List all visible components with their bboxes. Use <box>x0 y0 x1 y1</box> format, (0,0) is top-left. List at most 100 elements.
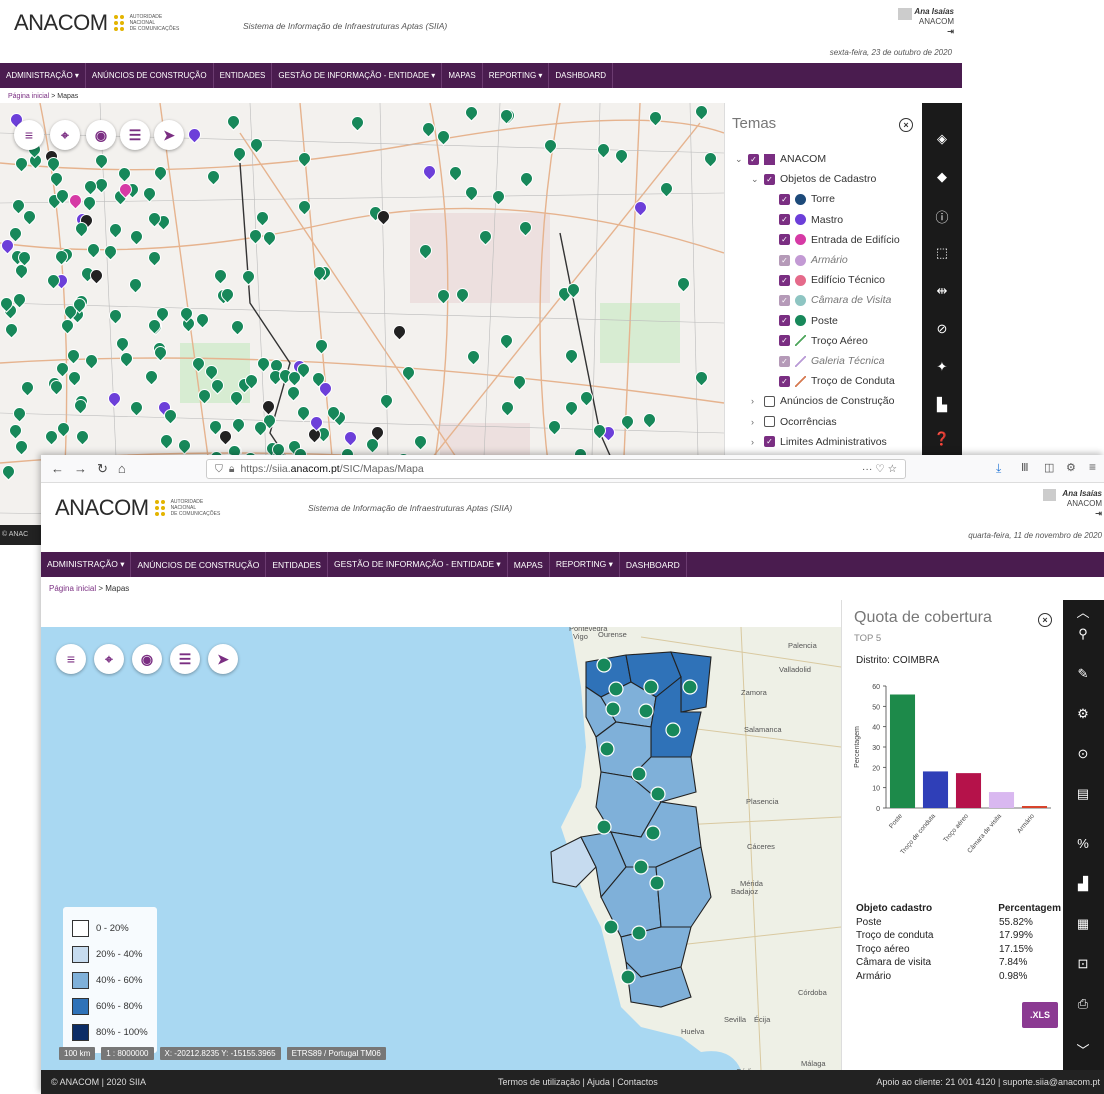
map-info-icon[interactable]: ⊙ <box>1068 746 1098 762</box>
percentage-icon[interactable]: % <box>1068 836 1098 851</box>
layer-checkbox[interactable] <box>764 416 775 428</box>
layer-checkbox[interactable]: ✓ <box>779 375 790 387</box>
user-pin-icon[interactable]: ✦ <box>927 359 957 375</box>
scroll-down-icon[interactable]: ﹀ <box>1068 1040 1098 1059</box>
expand-chevron-icon[interactable]: › <box>751 417 759 427</box>
select-area-icon[interactable]: ⬚ <box>927 245 957 261</box>
layer-item[interactable]: ✓ Edifício Técnico <box>779 274 885 286</box>
district-marker-icon[interactable] <box>603 919 619 935</box>
district-marker-icon[interactable] <box>631 925 647 941</box>
footer-support[interactable]: Apoio ao cliente: 21 001 4120 | suporte.… <box>876 1077 1100 1087</box>
layers-list-icon[interactable]: ☰ <box>170 644 200 674</box>
layer-checkbox[interactable]: ✓ <box>779 274 790 286</box>
layer-item[interactable]: ✓ Armário <box>779 254 848 266</box>
nav-dashboard[interactable]: DASHBOARD <box>549 63 614 88</box>
nav-dashboard[interactable]: DASHBOARD <box>620 552 687 577</box>
district-marker-icon[interactable] <box>633 859 649 875</box>
export-xls-button[interactable]: .XLS <box>1022 1002 1058 1028</box>
nav-gestao[interactable]: GESTÃO DE INFORMAÇÃO - ENTIDADE ▾ <box>272 63 443 88</box>
nav-mapas[interactable]: MAPAS <box>442 63 483 88</box>
route-icon[interactable]: ⚲ <box>1068 626 1098 642</box>
camera-icon[interactable]: ⊡ <box>1068 956 1098 972</box>
forward-arrow-icon[interactable]: → <box>74 461 87 476</box>
nav-administracao[interactable]: ADMINISTRAÇÃO ▾ <box>41 552 132 577</box>
avatar-icon[interactable] <box>1043 489 1056 501</box>
page-actions-icon[interactable]: ··· ♡ ☆ <box>862 463 897 475</box>
layer-checkbox[interactable]: ✓ <box>748 153 759 165</box>
logout-icon[interactable]: ⇥ <box>1062 509 1102 519</box>
settings-icon[interactable]: ⚙ <box>1068 706 1098 722</box>
expand-chevron-icon[interactable]: ⌄ <box>751 174 759 185</box>
nav-gestao[interactable]: GESTÃO DE INFORMAÇÃO - ENTIDADE ▾ <box>328 552 508 577</box>
nav-anuncios[interactable]: ANÚNCIOS DE CONSTRUÇÃO <box>86 63 214 88</box>
district-marker-icon[interactable] <box>596 657 612 673</box>
layer-checkbox[interactable]: ✓ <box>779 294 790 306</box>
download-icon[interactable]: ⤓ <box>996 461 1001 476</box>
back-arrow-icon[interactable]: ← <box>51 461 64 476</box>
tool-disabled-icon[interactable]: ⊘ <box>927 321 957 337</box>
district-marker-icon[interactable] <box>643 679 659 695</box>
nav-entidades[interactable]: ENTIDADES <box>214 63 273 88</box>
breadcrumb-home[interactable]: Página inicial <box>49 584 96 593</box>
expand-chevron-icon[interactable]: › <box>751 437 759 447</box>
nav-entidades[interactable]: ENTIDADES <box>266 552 328 577</box>
layer-checkbox[interactable]: ✓ <box>779 234 790 246</box>
layer-checkbox[interactable]: ✓ <box>779 315 790 327</box>
layer-item[interactable]: ✓ Poste <box>779 315 838 327</box>
layer-item[interactable]: ✓ Troço de Conduta <box>779 375 895 387</box>
help-icon[interactable]: ❓ <box>927 431 957 447</box>
home-icon[interactable]: ⌂ <box>118 461 126 476</box>
district-marker-icon[interactable] <box>599 741 615 757</box>
expand-chevron-icon[interactable]: › <box>751 396 759 406</box>
location-pin-icon[interactable]: ◉ <box>132 644 162 674</box>
layer-checkbox[interactable]: ✓ <box>764 436 775 448</box>
crosshair-icon[interactable]: ⌖ <box>94 644 124 674</box>
close-icon[interactable]: × <box>899 118 913 132</box>
crosshair-icon[interactable]: ⌖ <box>50 120 80 150</box>
logout-icon[interactable]: ⇥ <box>914 27 954 37</box>
logo[interactable]: ANACOM AUTORIDADE NACIONAL DE COMUNICAÇÕ… <box>14 10 179 36</box>
edit-map-icon[interactable]: ✎ <box>1068 666 1098 682</box>
district-marker-icon[interactable] <box>665 722 681 738</box>
extension-icon[interactable]: ⚙ <box>1066 461 1076 474</box>
layers-list-icon[interactable]: ☰ <box>120 120 150 150</box>
measure-icon[interactable]: ⇹ <box>927 283 957 299</box>
menu-icon[interactable]: ≡ <box>1089 460 1096 474</box>
layer-checkbox[interactable]: ✓ <box>764 173 775 185</box>
location-pin-icon[interactable]: ◉ <box>86 120 116 150</box>
layer-checkbox[interactable] <box>764 395 775 407</box>
url-bar[interactable]: ⛉ 🔒︎ https://siia.anacom.pt/SIC/Mapas/Ma… <box>206 459 906 479</box>
district-marker-icon[interactable] <box>650 786 666 802</box>
layer-item[interactable]: › Ocorrências <box>751 416 837 428</box>
navigate-icon[interactable]: ➤ <box>208 644 238 674</box>
reload-icon[interactable]: ↻ <box>97 461 108 477</box>
close-icon[interactable]: × <box>1038 613 1052 627</box>
district-marker-icon[interactable] <box>645 825 661 841</box>
layer-checkbox[interactable]: ✓ <box>779 193 790 205</box>
search-tool-icon[interactable]: ≡ <box>56 644 86 674</box>
expand-chevron-icon[interactable]: ⌄ <box>735 154 743 165</box>
layers-icon[interactable]: ◈ <box>927 131 957 147</box>
nav-mapas[interactable]: MAPAS <box>508 552 550 577</box>
layer-checkbox[interactable]: ✓ <box>779 214 790 226</box>
info-icon[interactable]: ⓘ <box>927 207 957 226</box>
layer-item[interactable]: › ✓ Limites Administrativos <box>751 436 887 448</box>
nav-reporting[interactable]: REPORTING ▾ <box>483 63 550 88</box>
district-marker-icon[interactable] <box>596 819 612 835</box>
scroll-up-icon[interactable]: ︿ <box>1068 602 1098 621</box>
layer-item[interactable]: ✓ Câmara de Visita <box>779 294 891 306</box>
chart-user-icon[interactable]: ▟ <box>1068 876 1098 892</box>
district-marker-icon[interactable] <box>649 875 665 891</box>
layer-checkbox[interactable]: ✓ <box>779 335 790 347</box>
district-marker-icon[interactable] <box>608 681 624 697</box>
layer-checkbox[interactable]: ✓ <box>779 254 790 266</box>
district-marker-icon[interactable] <box>682 679 698 695</box>
district-marker-icon[interactable] <box>605 701 621 717</box>
footer-links[interactable]: Termos de utilização | Ajuda | Contactos <box>498 1077 658 1087</box>
breadcrumb-home[interactable]: Página inicial <box>8 93 49 100</box>
layer-item[interactable]: ✓ Troço Aéreo <box>779 335 868 347</box>
print-icon[interactable]: ⎙ <box>1068 996 1098 1012</box>
layer-item[interactable]: ✓ Galeria Técnica <box>779 355 885 367</box>
layer-item[interactable]: ⌄ ✓ ANACOM <box>735 153 826 165</box>
district-map[interactable]: Monforte de LemosPonferradaLeónPontevedr… <box>41 627 841 1070</box>
